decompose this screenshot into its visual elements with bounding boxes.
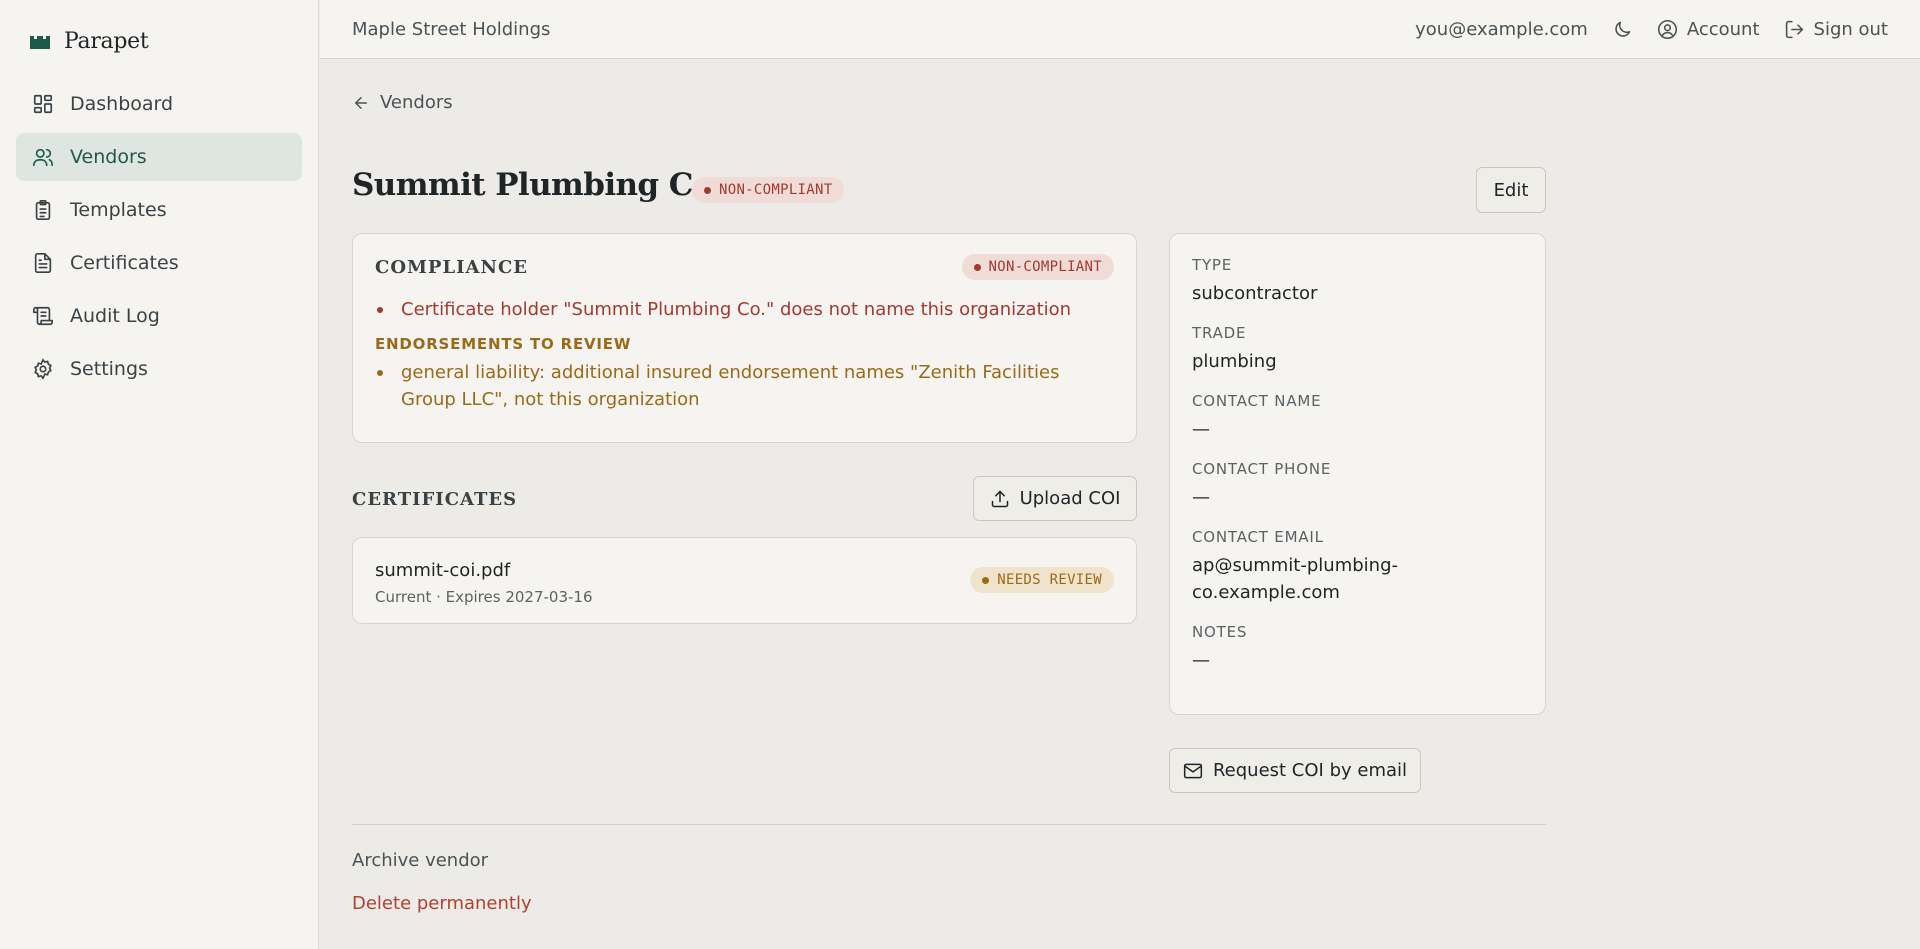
sidebar-item-certificates[interactable]: Certificates (16, 239, 302, 287)
account-link[interactable]: Account (1657, 19, 1760, 40)
theme-toggle-button[interactable] (1612, 19, 1633, 40)
arrow-left-icon (355, 96, 367, 109)
scroll-icon (33, 306, 53, 326)
sidebar-item-vendors[interactable]: Vendors (16, 133, 302, 181)
sidebar-item-label: Audit Log (70, 305, 160, 327)
delete-vendor-link[interactable]: Delete permanently (352, 893, 532, 914)
back-link-label: Vendors (380, 92, 453, 113)
detail-value: — (1192, 419, 1210, 440)
sidebar-item-audit-log[interactable]: Audit Log (16, 292, 302, 340)
request-coi-label: Request COI by email (1212, 760, 1408, 781)
top-bar-actions: you@example.com Account Sign out (1415, 0, 1888, 59)
back-to-vendors-link[interactable]: Vendors (352, 92, 453, 113)
users-icon (33, 148, 53, 167)
certificate-status-badge: NEEDS REVIEW (970, 567, 1114, 593)
detail-trade: TRADE plumbing (1192, 324, 1523, 375)
vendor-details-list: TYPE subcontractor TRADE plumbing CONTAC… (1192, 256, 1523, 691)
status-badge: NON-COMPLIANT (692, 177, 845, 203)
document-icon (34, 253, 52, 273)
certificate-filename: summit-coi.pdf (375, 560, 511, 581)
upload-icon (991, 490, 1008, 507)
sign-out-icon (1785, 20, 1803, 39)
brand[interactable]: Parapet (30, 26, 149, 56)
detail-label: CONTACT PHONE (1192, 460, 1332, 478)
sidebar-item-label: Dashboard (70, 93, 174, 115)
status-dot (704, 186, 711, 194)
detail-label: TYPE (1192, 256, 1233, 274)
user-email: you@example.com (1415, 19, 1588, 40)
compliance-status-label: NON-COMPLIANT (988, 259, 1102, 275)
organization-name: Maple Street Holdings (352, 19, 551, 40)
top-bar: Maple Street Holdings you@example.com Ac… (320, 0, 1920, 59)
sidebar-nav: Dashboard Vendors Templates Certificates (16, 80, 302, 398)
sidebar-item-label: Settings (70, 358, 148, 380)
mail-icon (1183, 763, 1203, 778)
compliance-status-badge: NON-COMPLIANT (961, 254, 1114, 280)
title-row: Summit Plumbing Co. NON-COMPLIANT Edit (352, 157, 1546, 217)
status-dot (982, 576, 990, 584)
detail-value: subcontractor (1192, 283, 1318, 304)
compliance-issue: Certificate holder "Summit Plumbing Co."… (375, 296, 1096, 323)
sidebar-item-templates[interactable]: Templates (16, 186, 302, 234)
divider (352, 824, 1546, 825)
sidebar-item-label: Templates (70, 199, 167, 221)
detail-type: TYPE subcontractor (1192, 256, 1523, 307)
endorsement-issue: general liability: additional insured en… (375, 359, 1096, 413)
upload-coi-button[interactable]: Upload COI (973, 476, 1137, 521)
detail-value: plumbing (1192, 351, 1277, 372)
account-label: Account (1686, 19, 1760, 40)
sidebar: Parapet Dashboard Vendors Templates Cert… (0, 0, 319, 949)
detail-label: TRADE (1192, 324, 1247, 342)
page-title: Summit Plumbing Co. (352, 167, 723, 203)
detail-value[interactable]: ap@summit-plumbing- co.example.com (1192, 552, 1523, 606)
detail-notes: NOTES — (1192, 623, 1523, 674)
user-circle-icon (1657, 19, 1677, 40)
sign-out-link[interactable]: Sign out (1784, 19, 1888, 40)
certificates-heading: CERTIFICATES (352, 489, 518, 510)
dashboard-icon (33, 94, 53, 114)
sidebar-item-settings[interactable]: Settings (16, 345, 302, 393)
upload-coi-label: Upload COI (1019, 488, 1121, 509)
detail-value: — (1192, 650, 1210, 671)
brand-name: Parapet (64, 28, 149, 54)
archive-vendor-link[interactable]: Archive vendor (352, 850, 488, 871)
status-badge-label: NON-COMPLIANT (719, 182, 833, 198)
moon-icon (1615, 21, 1631, 37)
detail-label: NOTES (1192, 623, 1248, 641)
compliance-heading: COMPLIANCE (375, 257, 529, 278)
gear-icon (34, 358, 52, 380)
detail-label: CONTACT EMAIL (1192, 528, 1324, 546)
vendor-details-card: TYPE subcontractor TRADE plumbing CONTAC… (1169, 233, 1546, 715)
compliance-card: COMPLIANCE NON-COMPLIANT Certificate hol… (352, 233, 1137, 443)
sidebar-item-label: Certificates (70, 252, 179, 274)
sidebar-item-dashboard[interactable]: Dashboard (16, 80, 302, 128)
parapet-logo-icon (30, 36, 50, 49)
detail-contact-email: CONTACT EMAIL ap@summit-plumbing- co.exa… (1192, 528, 1523, 606)
edit-button[interactable]: Edit (1476, 167, 1546, 213)
detail-contact-name: CONTACT NAME — (1192, 392, 1523, 443)
detail-contact-phone: CONTACT PHONE — (1192, 460, 1523, 511)
status-dot (973, 263, 981, 271)
certificate-row[interactable]: summit-coi.pdf Current · Expires 2027-03… (352, 537, 1137, 624)
certificate-status-label: NEEDS REVIEW (997, 572, 1102, 588)
detail-label: CONTACT NAME (1192, 392, 1322, 410)
certificate-meta: Current · Expires 2027-03-16 (375, 588, 593, 606)
request-coi-button[interactable]: Request COI by email (1169, 748, 1421, 793)
clipboard-icon (35, 200, 51, 220)
endorsements-heading: ENDORSEMENTS TO REVIEW (375, 335, 632, 353)
detail-value: — (1192, 487, 1210, 508)
compliance-issue-list: Certificate holder "Summit Plumbing Co."… (375, 296, 1096, 413)
sidebar-item-label: Vendors (70, 146, 147, 168)
sign-out-label: Sign out (1813, 19, 1888, 40)
